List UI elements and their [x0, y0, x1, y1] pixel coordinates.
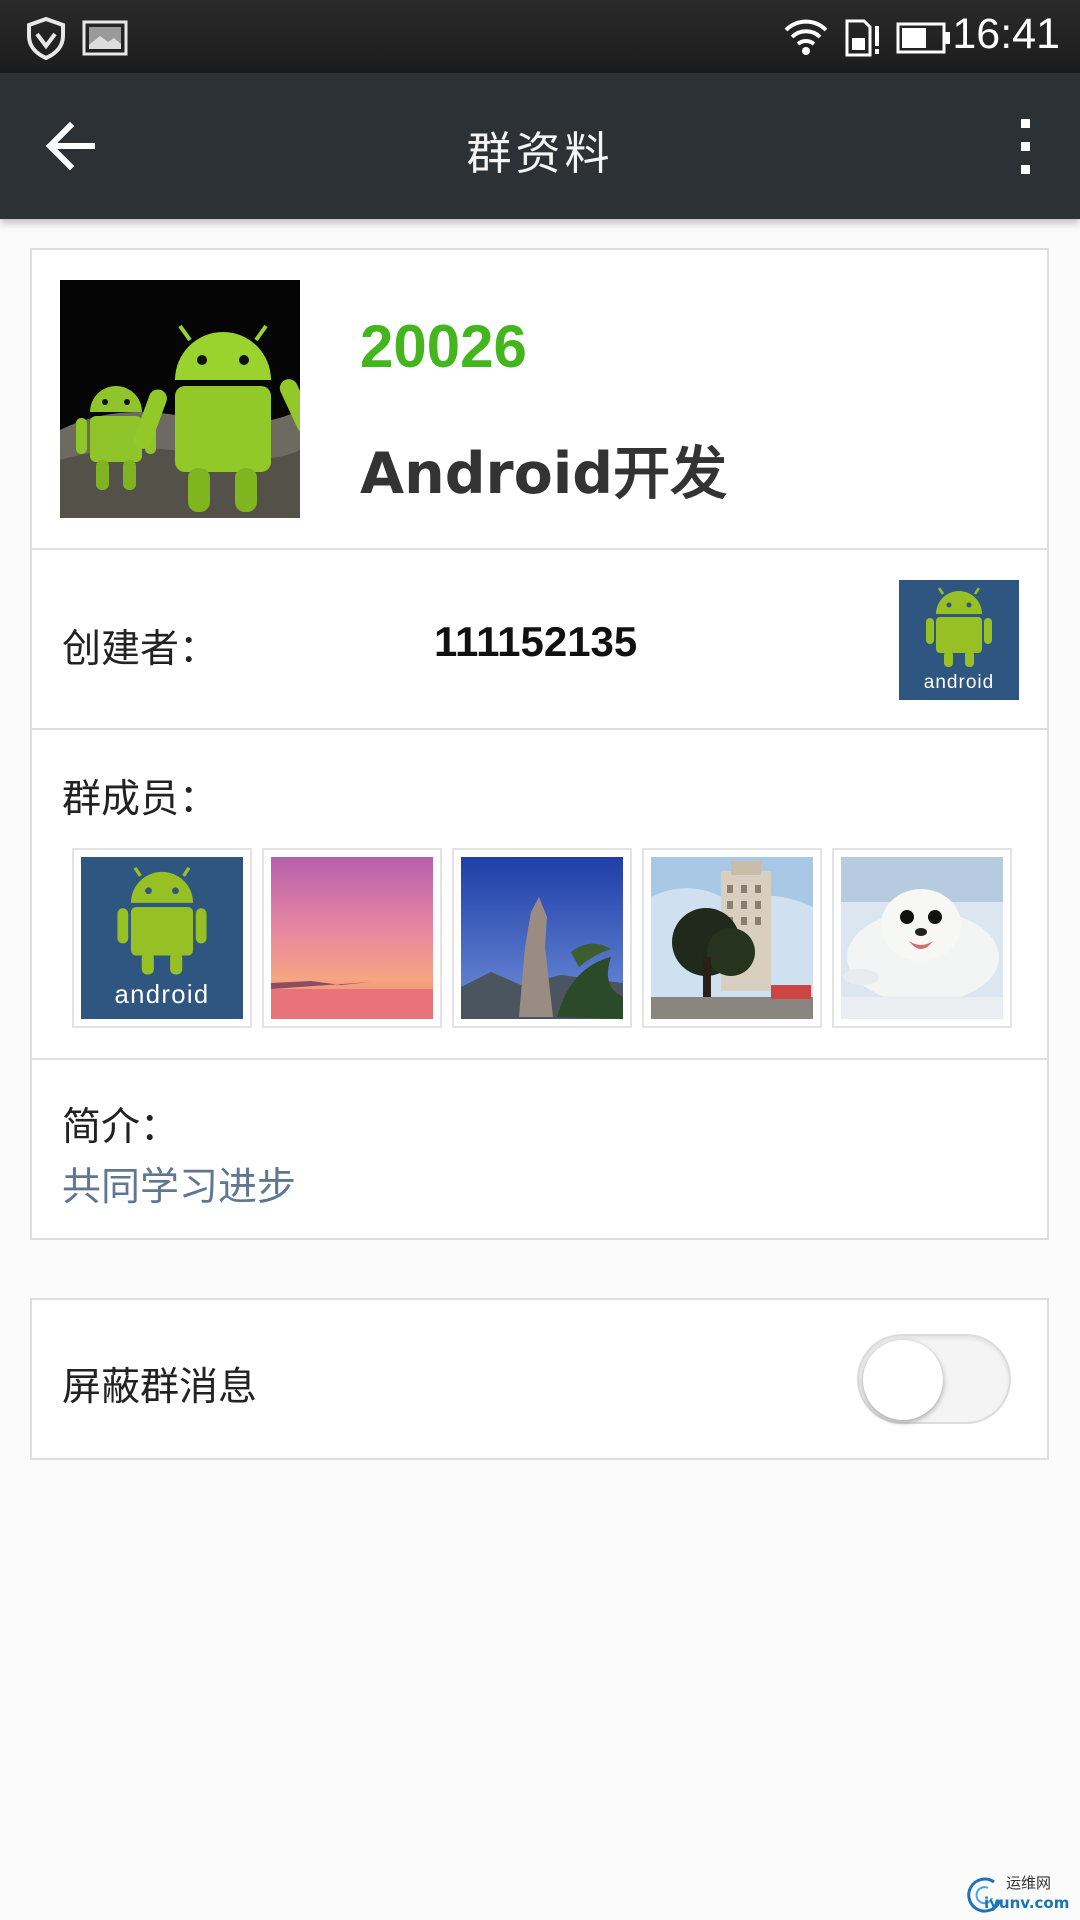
action-bar: 群资料 [0, 73, 1080, 219]
mute-messages-toggle[interactable] [857, 1334, 1011, 1424]
creator-id: 111152135 [434, 618, 638, 665]
building-tree-image [651, 857, 813, 1019]
divider [32, 548, 1047, 550]
android-wordmark: android [115, 981, 210, 1009]
intro-text: 共同学习进步 [62, 1165, 297, 1210]
members-label: 群成员： [62, 777, 219, 822]
android-logo-icon: android [81, 857, 243, 1019]
mountain-peak-image [461, 857, 623, 1019]
more-vertical-icon [1021, 119, 1030, 174]
creator-avatar[interactable]: android [899, 580, 1019, 700]
mute-messages-label: 屏蔽群消息 [62, 1365, 258, 1410]
member-avatar[interactable] [262, 848, 442, 1028]
shield-icon [27, 16, 65, 60]
group-name: Android开发 [360, 441, 728, 507]
group-avatar[interactable] [60, 280, 315, 518]
group-id: 20026 [360, 313, 527, 380]
status-time: 16:41 [952, 10, 1060, 58]
image-icon [82, 20, 128, 56]
page-title: 群资料 [466, 127, 614, 180]
sim-card-icon [845, 19, 879, 57]
divider [32, 728, 1047, 730]
wifi-icon [784, 19, 828, 55]
android-wordmark: android [924, 672, 994, 693]
mute-settings-card: 屏蔽群消息 [30, 1298, 1049, 1460]
android-robots-image [60, 280, 315, 518]
member-avatar[interactable] [832, 848, 1012, 1028]
creator-label: 创建者： [62, 627, 219, 672]
battery-icon [896, 22, 950, 54]
group-info-card: 20026 Android开发 创建者： 111152135 android 群… [30, 248, 1049, 1240]
member-avatar[interactable]: android [72, 848, 252, 1028]
divider [32, 1058, 1047, 1060]
member-avatar[interactable] [452, 848, 632, 1028]
android-logo-icon: android [899, 580, 1019, 700]
status-bar: 16:41 [0, 0, 1080, 73]
pink-sunset-image [271, 857, 433, 1019]
member-avatar[interactable] [642, 848, 822, 1028]
toggle-knob [863, 1340, 943, 1420]
watermark-logo: 运维网 iyunv.com [964, 1872, 1074, 1916]
more-menu-button[interactable] [1000, 111, 1050, 181]
intro-label: 简介： [62, 1105, 180, 1150]
watermark-domain: iyunv.com [984, 1894, 1070, 1912]
watermark-text: 运维网 [1006, 1874, 1052, 1892]
seal-pup-image [841, 857, 1003, 1019]
